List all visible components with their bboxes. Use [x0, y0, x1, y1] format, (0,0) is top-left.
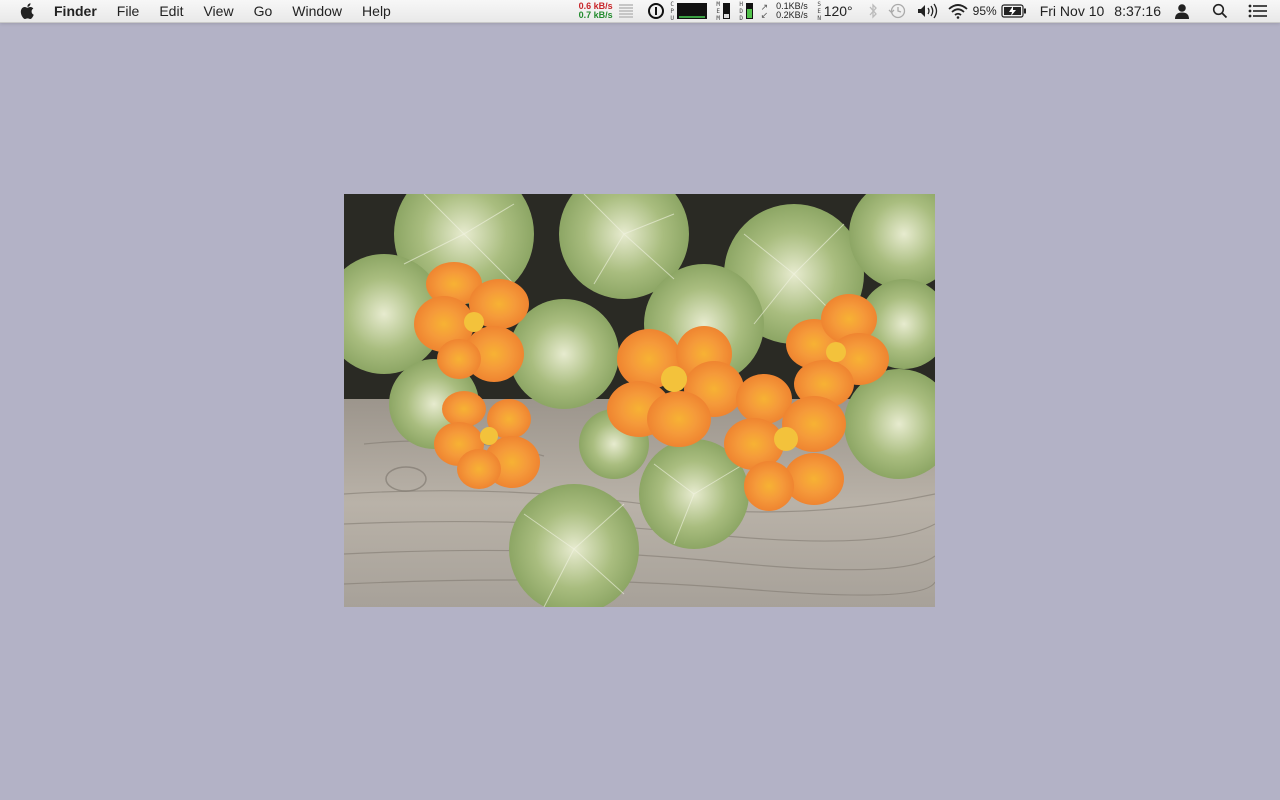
notification-center-icon[interactable] [1248, 4, 1268, 18]
menu-date[interactable]: Fri Nov 10 [1040, 3, 1105, 19]
hdd-label: HDD [737, 0, 745, 22]
time-machine-icon[interactable] [888, 3, 906, 19]
disk-usage-bar[interactable] [745, 3, 753, 19]
menu-window[interactable]: Window [282, 0, 352, 22]
spotlight-search-icon[interactable] [1212, 3, 1228, 19]
nasturtium-flowers-image [344, 194, 935, 607]
network-throughput-widget[interactable]: 0.1KB/s 0.2KB/s [776, 2, 808, 20]
network-download-rate: 0.7 kB/s [578, 10, 613, 20]
menu-app-finder[interactable]: Finder [54, 0, 107, 22]
user-icon[interactable] [1174, 3, 1190, 19]
password-manager-icon[interactable] [647, 3, 664, 19]
menu-view[interactable]: View [193, 0, 243, 22]
sensor-label: SEN [815, 0, 823, 22]
network-arrows-icon: ↗ ↙ [760, 2, 769, 20]
temperature-readout[interactable]: 120° [824, 3, 853, 19]
menu-clock[interactable]: 8:37:16 [1114, 3, 1161, 19]
volume-icon[interactable] [916, 3, 938, 19]
network-down-rate: 0.2KB/s [776, 10, 808, 20]
wifi-icon[interactable] [948, 3, 968, 19]
menu-edit[interactable]: Edit [149, 0, 193, 22]
menu-help[interactable]: Help [352, 0, 401, 22]
battery-charging-icon[interactable] [1001, 4, 1027, 18]
activity-bars-icon [618, 4, 633, 18]
apple-icon[interactable] [20, 3, 34, 19]
menu-file[interactable]: File [107, 0, 150, 22]
menu-bar-extras: 0.6 kB/s 0.7 kB/s CPU MEM HDD ↗ ↙ 0.1KB/s… [579, 0, 1280, 22]
battery-percentage[interactable]: 95% [973, 4, 997, 18]
memory-usage-bar[interactable] [722, 3, 730, 19]
menu-go[interactable]: Go [244, 0, 283, 22]
cpu-usage-graph[interactable] [676, 3, 707, 19]
bluetooth-icon[interactable] [868, 3, 878, 19]
mem-label: MEM [714, 0, 722, 22]
network-speed-widget[interactable]: 0.6 kB/s 0.7 kB/s [579, 2, 613, 20]
cpu-label: CPU [668, 0, 676, 22]
menu-bar: Finder File Edit View Go Window Help 0.6… [0, 0, 1280, 23]
nasturtium-photo[interactable] [344, 194, 935, 607]
menu-bar-left: Finder File Edit View Go Window Help [0, 0, 401, 22]
